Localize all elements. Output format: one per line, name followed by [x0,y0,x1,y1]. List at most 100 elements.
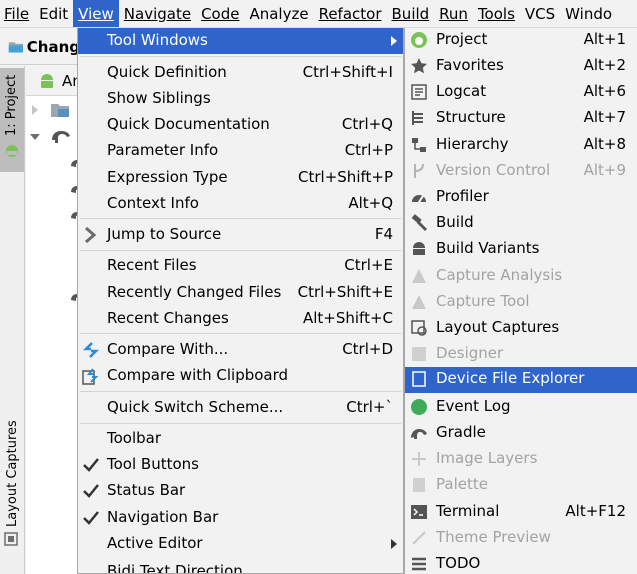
view-menu-compare-with[interactable]: Compare With... Ctrl+D [78,337,403,363]
tool-window-profiler[interactable]: Profiler [405,185,637,211]
theme-preview-icon [412,531,426,545]
menu-item-label: Status Bar [107,481,186,499]
menu-tools[interactable]: Tools [473,0,520,27]
version-control-icon [414,163,424,178]
tool-window-theme-preview[interactable]: Theme Preview [405,526,637,552]
menu-item-shortcut: Ctrl+P [344,141,393,159]
menu-refactor-label: Refactor [318,5,382,23]
view-menu-recently-changed-files[interactable]: Recently Changed Files Ctrl+Shift+E [78,280,403,306]
menu-item-label: Tool Buttons [107,455,199,473]
menu-item-label: Palette [436,475,488,493]
menu-window[interactable]: Windo [560,0,617,27]
menu-item-label: Quick Documentation [107,115,270,133]
tool-window-project[interactable]: Project Alt+1 [405,28,637,54]
view-menu-bidi-text-direction[interactable]: Bidi Text Direction [78,559,403,574]
menu-view[interactable]: View [73,0,119,27]
menu-code[interactable]: Code [196,0,244,27]
view-menu-expression-type[interactable]: Expression Type Ctrl+Shift+P [78,165,403,191]
menu-vcs[interactable]: VCS [520,0,560,27]
tool-window-event-log[interactable]: Event Log [405,395,637,421]
menu-item-label: Recent Changes [107,309,229,327]
project-panel [26,66,80,574]
menu-item-label: Favorites [436,56,504,74]
view-menu-quick-documentation[interactable]: Quick Documentation Ctrl+Q [78,112,403,138]
tool-window-terminal[interactable]: Terminal Alt+F12 [405,500,637,526]
menu-item-label: Version Control [436,161,551,179]
compare-arrows-icon [82,342,100,358]
view-menu-tool-buttons[interactable]: Tool Buttons [78,452,403,478]
menu-run[interactable]: Run [434,0,473,27]
tool-window-build-variants[interactable]: Build Variants [405,237,637,263]
project-tool-tab[interactable]: 1: Project [0,68,24,172]
menu-item-label: Build [436,213,474,231]
menu-separator [80,423,401,424]
menu-refactor[interactable]: Refactor [314,0,387,27]
android-head-icon [6,145,18,157]
module-folder-icon [51,104,69,117]
menu-navigate[interactable]: Navigate [119,0,196,27]
hierarchy-icon [412,138,426,152]
tool-window-image-layers[interactable]: Image Layers [405,447,637,473]
menu-file[interactable]: File [0,0,34,27]
menu-window-label: Windo [565,5,613,23]
menu-item-shortcut: Alt+F12 [565,502,626,520]
menu-analyze[interactable]: Analyze [244,0,313,27]
view-menu-recent-files[interactable]: Recent Files Ctrl+E [78,253,403,279]
view-menu-recent-changes[interactable]: Recent Changes Alt+Shift+C [78,306,403,332]
tool-window-structure[interactable]: Structure Alt+7 [405,106,637,132]
breadcrumb-project-name: Chang [26,37,80,56]
tool-window-layout-captures[interactable]: Layout Captures [405,316,637,342]
view-menu-tool-windows[interactable]: Tool Windows [78,28,403,54]
project-panel-header: An [26,66,82,96]
view-menu-parameter-info[interactable]: Parameter Info Ctrl+P [78,138,403,164]
tool-window-hierarchy[interactable]: Hierarchy Alt+8 [405,133,637,159]
menu-item-label: Recent Files [107,256,197,274]
view-menu-show-siblings[interactable]: Show Siblings [78,86,403,112]
menu-vcs-label: VCS [524,5,556,23]
menu-item-label: Compare with Clipboard [107,366,289,384]
layout-captures-tool-tab[interactable]: Layout Captures [0,420,24,551]
view-menu-jump-to-source[interactable]: Jump to Source F4 [78,222,403,248]
view-menu-quick-switch-scheme[interactable]: Quick Switch Scheme... Ctrl+` [78,395,403,421]
tool-window-designer[interactable]: Designer [405,342,637,368]
menu-item-label: Quick Definition [107,63,227,81]
menu-analyze-label: Analyze [249,5,309,23]
checkmark-icon [83,511,99,525]
view-menu-active-editor[interactable]: Active Editor [78,531,403,557]
menu-bar: File Edit View Navigate Code Analyze Ref… [0,0,637,28]
menu-item-label: Capture Tool [436,292,530,310]
tool-window-todo[interactable]: TODO [405,552,637,574]
tool-window-capture-tool[interactable]: Capture Tool [405,290,637,316]
menu-tools-label: Tools [477,5,515,23]
tool-window-build[interactable]: Build [405,211,637,237]
menu-edit[interactable]: Edit [34,0,73,27]
tool-window-palette[interactable]: Palette [405,473,637,499]
tool-window-device-file-explorer[interactable]: Device File Explorer [405,367,637,393]
tool-window-gradle[interactable]: Gradle [405,421,637,447]
tool-window-version-control[interactable]: Version Control Alt+9 [405,159,637,185]
view-menu-navigation-bar[interactable]: Navigation Bar [78,505,403,531]
view-menu-status-bar[interactable]: Status Bar [78,478,403,504]
menu-build[interactable]: Build [387,0,435,27]
menu-item-label: Toolbar [107,429,162,447]
menu-view-label: View [78,5,114,23]
breadcrumb[interactable]: Chang [0,29,80,65]
menu-item-shortcut: Alt+7 [583,108,626,126]
menu-item-label: Device File Explorer [436,369,585,387]
menu-item-shortcut: Ctrl+D [342,340,393,358]
menu-item-label: Capture Analysis [436,266,563,284]
view-menu-quick-definition[interactable]: Quick Definition Ctrl+Shift+I [78,60,403,86]
tool-window-logcat[interactable]: Logcat Alt+6 [405,80,637,106]
view-menu-context-info[interactable]: Context Info Alt+Q [78,191,403,217]
menu-item-shortcut: Ctrl+Shift+P [298,168,393,186]
event-log-icon [411,399,427,415]
view-menu-compare-with-clipboard[interactable]: Compare with Clipboard [78,363,403,389]
tool-window-favorites[interactable]: Favorites Alt+2 [405,54,637,80]
menu-item-label: Expression Type [107,168,228,186]
project-tab-label: 1: Project [4,74,19,136]
tool-window-capture-analysis[interactable]: Capture Analysis [405,264,637,290]
view-menu-toolbar[interactable]: Toolbar [78,426,403,452]
folder-icon [8,41,23,53]
capture-tool-icon [412,295,426,309]
menu-item-label: Bidi Text Direction [107,562,243,574]
